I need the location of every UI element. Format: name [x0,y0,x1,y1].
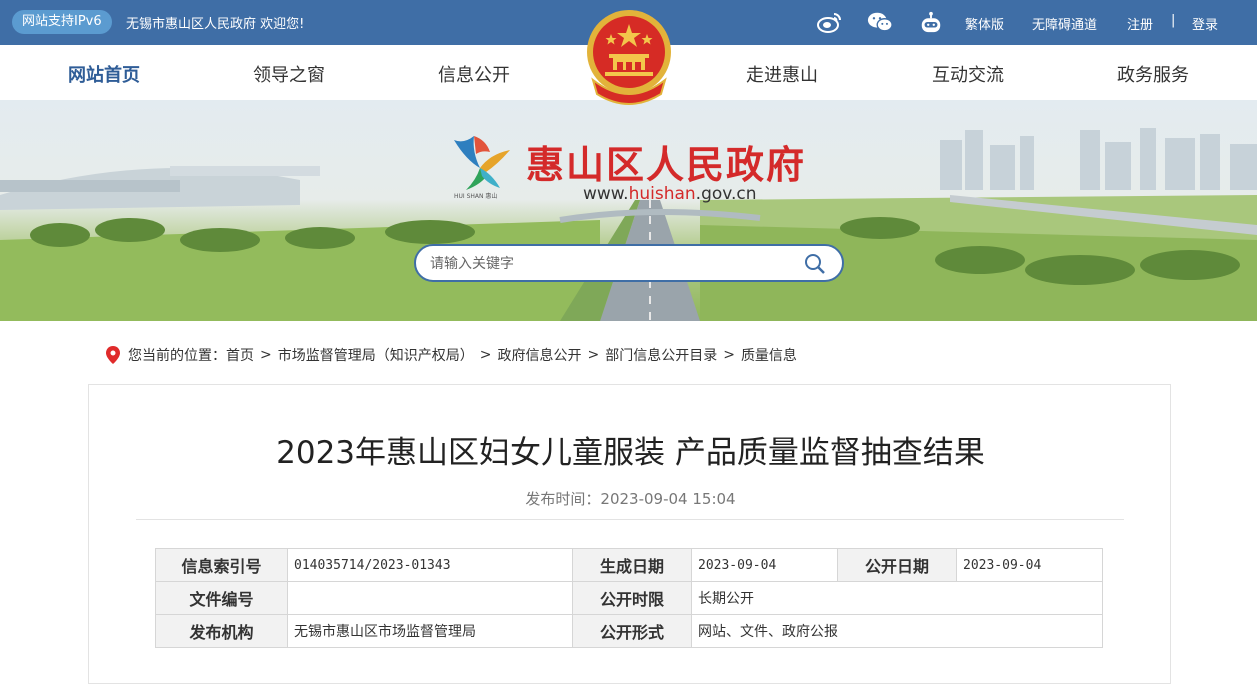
breadcrumb-item-home[interactable]: 首页 [226,345,254,365]
publish-time: 发布时间：2023-09-04 15:04 [89,488,1172,509]
site-url: www.huishan.gov.cn [583,184,757,204]
weibo-icon[interactable] [817,10,843,34]
national-emblem-icon [587,10,671,105]
nav-item-interaction[interactable]: 互动交流 [932,61,1004,87]
table-row: 发布机构 无锡市惠山区市场监督管理局 公开形式 网站、文件、政府公报 [155,614,1103,648]
breadcrumb: 您当前的位置： 首页 > 市场监督管理局（知识产权局） > 政府信息公开 > 部… [106,345,797,365]
traditional-chinese-link[interactable]: 繁体版 [965,14,1004,33]
breadcrumb-item-directory[interactable]: 部门信息公开目录 [605,345,717,365]
form-value: 网站、文件、政府公报 [691,614,1103,648]
search-box [414,244,844,282]
breadcrumb-separator: > [723,347,735,363]
search-icon[interactable] [804,253,826,275]
public-date-label: 公开日期 [837,548,957,582]
breadcrumb-item-info-disclosure[interactable]: 政府信息公开 [497,345,581,365]
login-link[interactable]: 登录 [1192,14,1218,33]
wechat-icon[interactable] [867,10,893,34]
site-title: 惠山区人民政府 [526,143,807,187]
index-value: 014035714/2023-01343 [287,548,573,582]
created-label: 生成日期 [572,548,692,582]
org-label: 发布机构 [155,614,288,648]
breadcrumb-separator: > [587,347,600,363]
breadcrumb-item-quality-info[interactable]: 质量信息 [741,345,797,365]
info-table: 信息索引号 014035714/2023-01343 生成日期 2023-09-… [155,548,1103,648]
nav-item-info-disclosure[interactable]: 信息公开 [438,61,510,87]
logo-caption: HUI SHAN 惠山 [454,192,497,200]
breadcrumb-prefix: 您当前的位置： [128,348,226,364]
public-date-value: 2023-09-04 [956,548,1103,582]
nav-item-about-huishan[interactable]: 走进惠山 [746,61,818,87]
limit-label: 公开时限 [572,581,692,615]
org-value: 无锡市惠山区市场监督管理局 [287,614,573,648]
doc-no-value [287,581,573,615]
breadcrumb-item-bureau[interactable]: 市场监督管理局（知识产权局） [278,345,474,365]
publish-time-value: 2023-09-04 15:04 [600,490,736,508]
article-card: 2023年惠山区妇女儿童服装 产品质量监督抽查结果 发布时间：2023-09-0… [88,384,1171,684]
site-url-suffix: .gov.cn [695,184,757,204]
limit-value: 长期公开 [691,581,1103,615]
created-value: 2023-09-04 [691,548,838,582]
nav-item-home[interactable]: 网站首页 [68,61,140,87]
table-row: 文件编号 公开时限 长期公开 [155,581,1103,615]
publish-time-label: 发布时间： [525,490,601,508]
search-input[interactable] [430,254,790,274]
site-url-prefix: www. [583,184,629,204]
site-url-highlight: huishan [628,184,696,204]
table-row: 信息索引号 014035714/2023-01343 生成日期 2023-09-… [155,548,1103,582]
location-pin-icon [106,346,120,364]
nav-item-leaders[interactable]: 领导之窗 [253,61,325,87]
breadcrumb-separator: > [479,347,492,363]
register-link[interactable]: 注册 [1127,14,1153,33]
nav-item-services[interactable]: 政务服务 [1117,61,1189,87]
doc-no-label: 文件编号 [155,581,288,615]
divider [136,519,1124,520]
huishan-logo-icon: HUI SHAN 惠山 [454,136,510,200]
welcome-text: 无锡市惠山区人民政府 欢迎您! [126,17,305,32]
breadcrumb-separator: > [260,347,272,363]
banner: HUI SHAN 惠山 惠山区人民政府 www.huishan.gov.cn [0,100,1257,321]
ipv6-badge: 网站支持IPv6 [12,10,112,34]
accessibility-link[interactable]: 无障碍通道 [1032,14,1097,33]
index-label: 信息索引号 [155,548,288,582]
robot-icon[interactable] [918,10,944,34]
article-title: 2023年惠山区妇女儿童服装 产品质量监督抽查结果 [276,435,985,471]
form-label: 公开形式 [572,614,692,648]
link-separator: | [1171,13,1176,28]
